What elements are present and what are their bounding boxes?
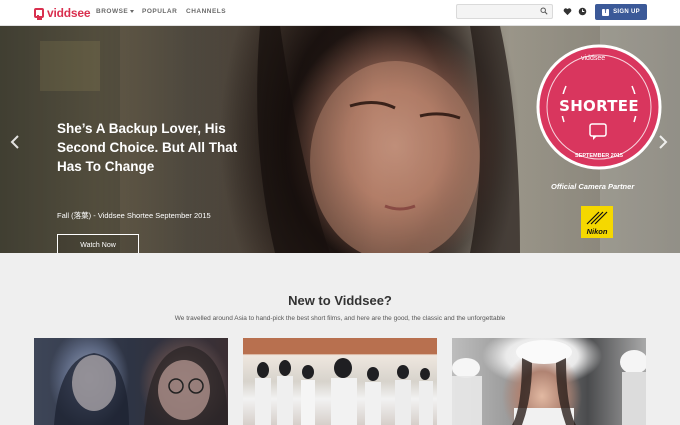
search-icon[interactable] [540,7,548,15]
badge-date: SEPTEMBER 2015 [575,153,623,159]
clock-icon[interactable] [578,7,587,16]
nav-popular[interactable]: POPULAR [142,8,177,15]
signup-button[interactable]: f SIGN UP [595,4,647,20]
film-thumbnail-2[interactable] [243,338,437,425]
film-thumbnail-3-image [452,340,646,425]
hero-title[interactable]: She’s A Backup Lover, His Second Choice.… [57,119,257,176]
nikon-logo-text: Nikon [586,227,608,236]
chevron-down-icon [130,9,135,13]
hero-carousel[interactable]: She’s A Backup Lover, His Second Choice.… [0,26,680,253]
search-input[interactable] [457,10,537,23]
watch-now-button[interactable]: Watch Now [57,234,139,253]
facebook-icon: f [602,8,610,16]
chevron-left-icon[interactable] [10,135,20,149]
viddsee-logo[interactable]: viddsee [34,5,90,21]
nikon-logo-mark [586,211,608,225]
nikon-logo[interactable]: Nikon [581,206,613,238]
nav-channels[interactable]: CHANNELS [186,8,226,15]
search-box[interactable] [456,4,553,23]
section-description: We travelled around Asia to hand-pick th… [174,315,506,322]
hero-subtitle: Fall (落葉) - Viddsee Shortee September 20… [57,211,211,220]
badge-brand: viddsee [581,55,606,62]
film-thumbnail-3[interactable] [452,338,646,425]
nav-browse[interactable]: BROWSE [96,8,135,15]
signup-label: SIGN UP [613,9,640,15]
section-title: New to Viddsee? [288,293,392,308]
heart-icon[interactable] [563,7,572,16]
top-nav: viddsee BROWSE POPULAR CHANNELS f SIGN U… [0,0,680,26]
film-thumbnail-1-image [54,346,228,425]
logo-text: viddsee [47,6,91,20]
film-thumbnail-2-image [243,338,437,425]
film-thumbnail-1[interactable] [34,338,228,425]
camera-partner-label: Official Camera Partner [551,182,635,191]
nav-browse-label: BROWSE [96,8,129,15]
badge-title: SHORTEE [559,97,639,115]
logo-icon [34,8,44,20]
